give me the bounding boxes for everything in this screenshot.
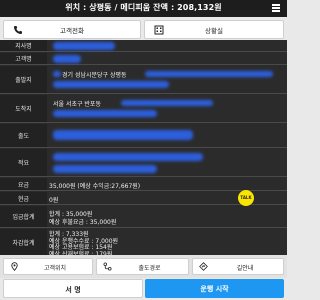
- departure-address: 경기 성남시분당구 상평동: [62, 72, 127, 79]
- customer-call-button[interactable]: 고객전화: [3, 20, 141, 39]
- cash-value: 0원: [49, 197, 59, 204]
- memo-label: 적요: [0, 149, 47, 176]
- deduction-total-label: 차감합계: [0, 229, 47, 255]
- customer-call-label: 고객전화: [60, 27, 84, 35]
- redacted-departure-detail: [145, 71, 273, 77]
- row-memo: 적요: [0, 149, 287, 177]
- customer-location-label: 고객위치: [43, 265, 67, 272]
- customer-label: 고객명: [0, 53, 47, 64]
- location-balance-title: 위치 : 상평동 / 메디피움 잔액 : 208,132원: [65, 3, 222, 12]
- arrival-label: 도착지: [0, 95, 47, 122]
- menu-icon[interactable]: [272, 4, 280, 12]
- redacted-store: [53, 42, 115, 50]
- row-arrival: 도착지 서울 서초구 반포동: [0, 95, 287, 123]
- start-drive-label: 운행 시작: [200, 285, 229, 293]
- redacted-customer: [53, 55, 81, 63]
- customer-location-button[interactable]: 고객위치: [3, 258, 93, 275]
- start-drive-button[interactable]: 운행 시작: [145, 279, 284, 298]
- kakao-talk-label: TALK: [240, 195, 252, 200]
- row-depart-time: 출도: [0, 124, 287, 148]
- navigation-button[interactable]: 길안내: [192, 258, 284, 275]
- cash-label: 현금: [0, 192, 47, 204]
- row-store: 지사명: [0, 40, 287, 52]
- depart-time-label: 출도: [0, 124, 47, 147]
- navigation-label: 길안내: [236, 265, 254, 272]
- row-deduction-total: 차감합계 합계 : 7,333원 예상 운행수수료 : 7,000원 예상 고용…: [0, 229, 287, 258]
- redacted-memo: [53, 153, 203, 161]
- row-customer: 고객명: [0, 53, 287, 65]
- sign-button[interactable]: 서 명: [3, 279, 143, 298]
- store-label: 지사명: [0, 40, 47, 51]
- order-info-panel: 지사명 고객명 출발지 경기 성남시분당구 상평동 도착지 서울 서초구 반포동…: [0, 40, 287, 258]
- control-room-button[interactable]: 상황실: [144, 20, 284, 39]
- kakao-talk-icon[interactable]: TALK: [238, 190, 254, 206]
- row-fee: 요금 35,000원 (예상 수익금:27,667원): [0, 178, 287, 191]
- top-bar: 위치 : 상평동 / 메디피움 잔액 : 208,132원: [0, 0, 287, 17]
- redacted-depart-time: [53, 130, 193, 140]
- arrival-address: 서울 서초구 반포동: [53, 101, 101, 108]
- sign-label: 서 명: [65, 286, 81, 294]
- route-button[interactable]: 출도경로: [96, 258, 189, 275]
- redacted-arrival-detail: [121, 100, 213, 106]
- row-deposit-total: 입금합계 합계 : 35,000원 예상 후불요금 : 35,000원: [0, 206, 287, 228]
- action-bar: 고객위치 출도경로 길안내: [0, 255, 287, 278]
- route-label: 출도경로: [138, 265, 161, 272]
- departure-label: 출발지: [0, 66, 47, 93]
- expected-postpaid-fee: 예상 후불요금 : 35,000원: [49, 219, 117, 226]
- fee-value: 35,000원 (예상 수익금:27,667원): [49, 183, 141, 190]
- fee-label: 요금: [0, 178, 47, 190]
- bottom-bar: 서 명 운행 시작: [0, 278, 287, 300]
- row-departure: 출발지 경기 성남시분당구 상평동: [0, 66, 287, 94]
- deposit-total-label: 입금합계: [0, 206, 47, 227]
- control-room-label: 상황실: [205, 27, 223, 35]
